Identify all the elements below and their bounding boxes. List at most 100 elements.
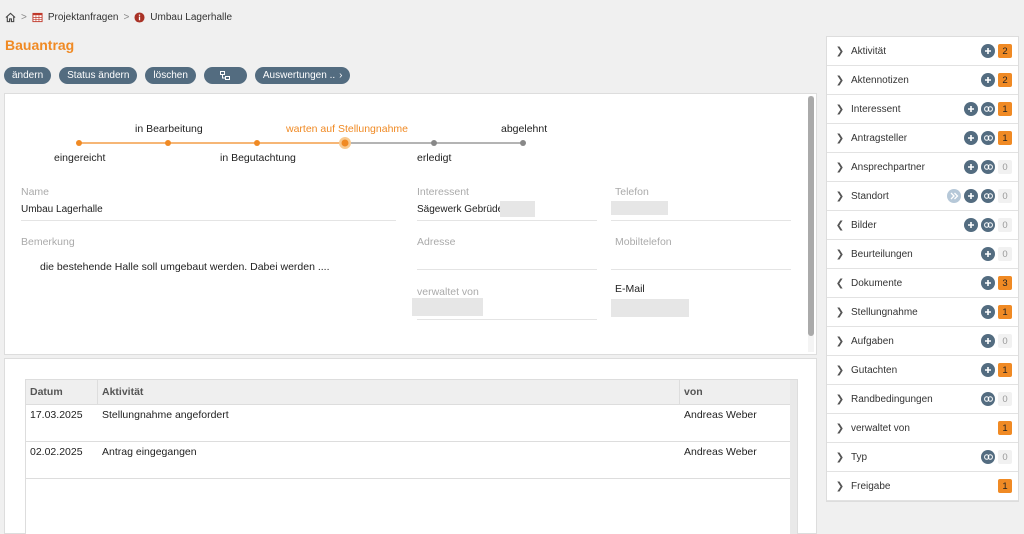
sidebar-item-interessent[interactable]: ❯ Interessent 1 xyxy=(827,95,1018,124)
sidebar-item-dokumente[interactable]: ❮ Dokumente 3 xyxy=(827,269,1018,298)
chevron-right-icon[interactable]: ❯ xyxy=(827,162,845,173)
link-icon[interactable] xyxy=(981,131,995,145)
chevron-right-icon[interactable]: ❯ xyxy=(827,75,845,86)
chevron-right-icon[interactable]: ❯ xyxy=(827,307,845,318)
count-badge: 0 xyxy=(998,392,1012,406)
add-icon[interactable] xyxy=(964,218,978,232)
chevron-right-icon[interactable]: ❯ xyxy=(827,452,845,463)
workflow-step-eingereicht[interactable]: eingereicht xyxy=(54,152,105,164)
add-icon[interactable] xyxy=(981,276,995,290)
add-icon[interactable] xyxy=(964,189,978,203)
workflow-dot-eingereicht[interactable] xyxy=(75,139,83,147)
sidebar-item-label: Aktennotizen xyxy=(851,74,909,86)
chevron-right-icon[interactable]: ❯ xyxy=(827,249,845,260)
add-icon[interactable] xyxy=(981,334,995,348)
managed-by-label: verwaltet von xyxy=(417,286,479,298)
chevron-right-icon[interactable]: ❯ xyxy=(827,336,845,347)
add-icon[interactable] xyxy=(964,160,978,174)
scrollbar-thumb[interactable] xyxy=(808,96,814,336)
breadcrumb-link-projektanfragen[interactable]: Projektanfragen xyxy=(48,12,119,23)
sidebar-item-randbedingungen[interactable]: ❯ Randbedingungen 0 xyxy=(827,385,1018,414)
hierarchy-button[interactable] xyxy=(203,67,247,84)
workflow-step-current[interactable]: warten auf Stellungnahme xyxy=(286,123,408,135)
column-activity[interactable]: Aktivität xyxy=(98,380,680,405)
sidebar-item-aktivität[interactable]: ❯ Aktivität 2 xyxy=(827,37,1018,66)
sidebar-item-label: Ansprechpartner xyxy=(851,161,925,173)
link-icon[interactable] xyxy=(981,102,995,116)
workflow-step-abgelehnt[interactable]: abgelehnt xyxy=(501,123,547,135)
name-underline xyxy=(21,220,396,221)
home-icon[interactable] xyxy=(5,12,16,23)
chevron-right-icon[interactable]: ❯ xyxy=(827,481,845,492)
workflow-step-erledigt[interactable]: erledigt xyxy=(417,152,451,164)
add-icon[interactable] xyxy=(964,131,978,145)
add-icon[interactable] xyxy=(981,73,995,87)
sidebar-item-aufgaben[interactable]: ❯ Aufgaben 0 xyxy=(827,327,1018,356)
link-icon[interactable] xyxy=(981,160,995,174)
chevron-right-icon: > xyxy=(123,11,130,23)
workflow-dot-current[interactable] xyxy=(338,136,352,150)
change-status-button[interactable]: Status ändern xyxy=(59,67,138,84)
sidebar-item-label: Aufgaben xyxy=(851,335,894,347)
link-icon[interactable] xyxy=(981,189,995,203)
sidebar-item-bilder[interactable]: ❮ Bilder 0 xyxy=(827,211,1018,240)
workflow-dot-in-bearbeitung[interactable] xyxy=(164,139,172,147)
chevron-right-icon[interactable]: ❯ xyxy=(827,191,845,202)
add-icon[interactable] xyxy=(981,305,995,319)
interessent-label: Interessent xyxy=(417,186,469,198)
edit-button[interactable]: ändern xyxy=(4,67,52,84)
count-badge: 2 xyxy=(998,44,1012,58)
add-icon[interactable] xyxy=(964,102,978,116)
chevron-right-icon[interactable]: ❯ xyxy=(827,104,845,115)
link-icon[interactable] xyxy=(981,392,995,406)
reports-button[interactable]: Auswertungen .. › xyxy=(254,67,351,84)
row-date: 17.03.2025 xyxy=(30,409,83,421)
chevron-left-icon[interactable]: ❮ xyxy=(827,220,845,231)
chevron-right-icon[interactable]: ❯ xyxy=(827,133,845,144)
workflow-dot-erledigt[interactable] xyxy=(430,139,438,147)
link-icon[interactable] xyxy=(981,450,995,464)
sidebar-item-actions: 1 xyxy=(964,102,1012,116)
table-scrollbar[interactable] xyxy=(790,380,797,534)
sidebar-item-aktennotizen[interactable]: ❯ Aktennotizen 2 xyxy=(827,66,1018,95)
sidebar-item-actions: 1 xyxy=(998,479,1012,493)
sidebar-item-antragsteller[interactable]: ❯ Antragsteller 1 xyxy=(827,124,1018,153)
sidebar-item-typ[interactable]: ❯ Typ 0 xyxy=(827,443,1018,472)
add-icon[interactable] xyxy=(981,247,995,261)
remark-value[interactable]: die bestehende Halle soll umgebaut werde… xyxy=(40,261,330,273)
table-row[interactable]: 17.03.2025 Stellungnahme angefordert And… xyxy=(26,405,792,442)
column-by[interactable]: von xyxy=(680,380,792,405)
row-activity: Stellungnahme angefordert xyxy=(102,409,229,421)
chevron-right-icon[interactable]: ❯ xyxy=(827,394,845,405)
interessent-value[interactable]: Sägewerk Gebrüder xyxy=(417,204,507,215)
column-date[interactable]: Datum xyxy=(26,380,98,405)
sidebar-item-ansprechpartner[interactable]: ❯ Ansprechpartner 0 xyxy=(827,153,1018,182)
chevron-right-icon[interactable]: ❯ xyxy=(827,46,845,57)
sidebar-item-actions: 0 xyxy=(981,450,1012,464)
chevron-right-icon[interactable]: ❯ xyxy=(827,365,845,376)
breadcrumb-current: Umbau Lagerhalle xyxy=(150,11,233,23)
breadcrumb: > Projektanfragen > Umbau Lagerhalle xyxy=(5,9,232,25)
sidebar-item-beurteilungen[interactable]: ❯ Beurteilungen 0 xyxy=(827,240,1018,269)
workflow-dot-abgelehnt[interactable] xyxy=(519,139,527,147)
workflow-step-in-bearbeitung[interactable]: in Bearbeitung xyxy=(135,123,203,135)
sidebar-item-stellungnahme[interactable]: ❯ Stellungnahme 1 xyxy=(827,298,1018,327)
sidebar-item-label: Stellungnahme xyxy=(851,306,918,318)
table-row[interactable]: 02.02.2025 Antrag eingegangen Andreas We… xyxy=(26,442,792,479)
delete-button[interactable]: löschen xyxy=(145,67,196,84)
row-activity: Antrag eingegangen xyxy=(102,446,197,458)
workflow-dot-in-begutachtung[interactable] xyxy=(253,139,261,147)
double-chevron-icon[interactable] xyxy=(947,189,961,203)
chevron-left-icon[interactable]: ❮ xyxy=(827,278,845,289)
sidebar-item-actions: 0 xyxy=(981,247,1012,261)
link-icon[interactable] xyxy=(981,218,995,232)
sidebar-item-standort[interactable]: ❯ Standort 0 xyxy=(827,182,1018,211)
workflow-step-in-begutachtung[interactable]: in Begutachtung xyxy=(220,152,296,164)
name-value[interactable]: Umbau Lagerhalle xyxy=(21,204,103,215)
sidebar-item-verwaltet-von[interactable]: ❯ verwaltet von 1 xyxy=(827,414,1018,443)
chevron-right-icon[interactable]: ❯ xyxy=(827,423,845,434)
add-icon[interactable] xyxy=(981,44,995,58)
add-icon[interactable] xyxy=(981,363,995,377)
sidebar-item-freigabe[interactable]: ❯ Freigabe 1 xyxy=(827,472,1018,501)
sidebar-item-gutachten[interactable]: ❯ Gutachten 1 xyxy=(827,356,1018,385)
